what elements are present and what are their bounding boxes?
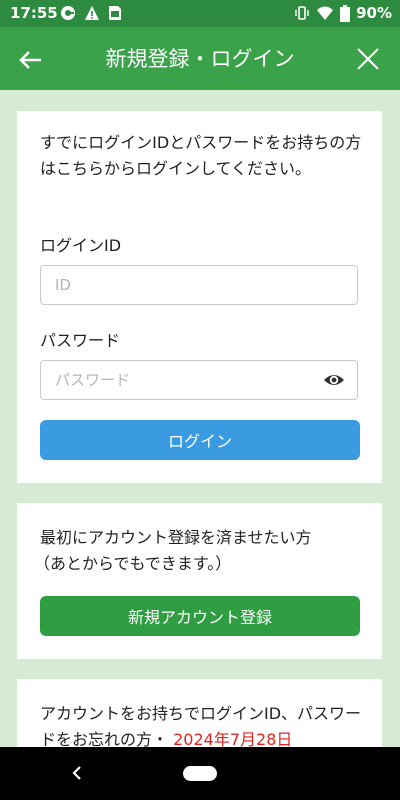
status-time: 17:55: [10, 4, 58, 22]
battery-percent: 90%: [356, 4, 392, 22]
status-bar: 17:55 90%: [0, 0, 400, 27]
status-icons-right: 90%: [294, 4, 392, 22]
app-notification-icon: [61, 6, 75, 20]
password-field[interactable]: [40, 360, 358, 400]
forgot-description: アカウントをお持ちでログインID、パスワードをお忘れの方・ 2024年7月28日: [40, 701, 362, 753]
login-card: すでにログインIDとパスワードをお持ちの方はこちらからログインしてください。 ロ…: [17, 111, 382, 483]
nav-home-pill[interactable]: [183, 766, 217, 781]
battery-icon: [340, 4, 351, 22]
close-icon[interactable]: [354, 45, 382, 73]
login-description: すでにログインIDとパスワードをお持ちの方はこちらからログインしてください。: [40, 133, 362, 178]
register-description-line1: 最初にアカウント登録を済ませたい方: [40, 528, 312, 547]
nav-back-icon[interactable]: [68, 763, 86, 783]
status-icons-left: [60, 5, 122, 21]
vibrate-icon: [295, 6, 309, 20]
login-button[interactable]: ログイン: [40, 420, 360, 460]
show-password-eye-icon[interactable]: [323, 371, 345, 389]
login-id-input[interactable]: [41, 266, 315, 304]
login-id-label: ログインID: [40, 236, 122, 255]
register-description: 最初にアカウント登録を済ませたい方 （あとからでもできます。）: [34, 525, 362, 577]
login-id-field[interactable]: [40, 265, 358, 305]
register-description-line2: （あとからでもできます。）: [34, 554, 232, 573]
password-input[interactable]: [41, 361, 315, 399]
system-navigation-bar: [0, 747, 400, 800]
new-account-register-button[interactable]: 新規アカウント登録: [40, 596, 360, 636]
register-card: 最初にアカウント登録を済ませたい方 （あとからでもできます。） 新規アカウント登…: [17, 503, 382, 659]
wifi-icon: [317, 6, 334, 20]
page-title: 新規登録・ログイン: [105, 47, 295, 71]
warning-icon: [85, 6, 99, 20]
app-bar: 新規登録・ログイン: [0, 27, 400, 90]
sim-card-icon: [109, 6, 121, 20]
password-label: パスワード: [40, 331, 121, 350]
